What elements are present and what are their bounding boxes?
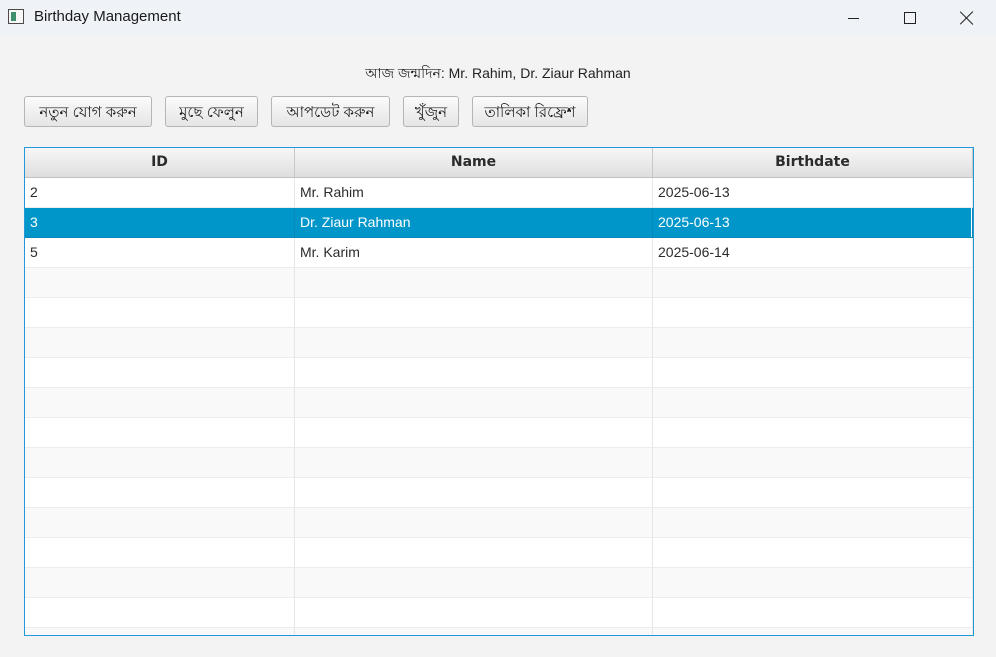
maximize-button[interactable] [881, 0, 939, 36]
close-button[interactable] [938, 0, 996, 36]
table-header: ID Name Birthdate [25, 148, 973, 178]
cell-name [295, 538, 653, 568]
cell-id: 3 [25, 208, 295, 238]
cell-birthdate [653, 448, 973, 478]
cell-name [295, 298, 653, 328]
cell-birthdate [653, 358, 973, 388]
window-title: Birthday Management [34, 8, 181, 25]
add-new-button[interactable]: নতুন যোগ করুন [24, 96, 152, 127]
cell-name [295, 328, 653, 358]
empty-table-row [25, 298, 973, 328]
close-icon [960, 11, 974, 25]
cell-name [295, 268, 653, 298]
cell-birthdate [653, 418, 973, 448]
cell-birthdate [653, 598, 973, 628]
minimize-icon [847, 17, 859, 19]
table-row[interactable]: 2 Mr. Rahim 2025-06-13 [25, 178, 973, 208]
empty-table-row [25, 328, 973, 358]
cell-id [25, 328, 295, 358]
cell-id [25, 628, 295, 635]
table-row[interactable]: 3 Dr. Ziaur Rahman 2025-06-13 [25, 208, 973, 238]
cell-birthdate [653, 538, 973, 568]
empty-table-row [25, 478, 973, 508]
column-header-name[interactable]: Name [295, 148, 653, 177]
cell-name [295, 418, 653, 448]
empty-table-row [25, 418, 973, 448]
cell-name: Mr. Karim [295, 238, 653, 268]
cell-birthdate [653, 508, 973, 538]
empty-table-row [25, 628, 973, 635]
column-header-id[interactable]: ID [25, 148, 295, 177]
cell-birthdate: 2025-06-13 [653, 178, 973, 208]
empty-table-row [25, 598, 973, 628]
cell-id [25, 268, 295, 298]
column-header-birthdate[interactable]: Birthdate [653, 148, 973, 177]
cell-birthdate [653, 298, 973, 328]
table-row[interactable]: 5 Mr. Karim 2025-06-14 [25, 238, 973, 268]
cell-birthdate: 2025-06-13 [653, 208, 973, 238]
cell-name [295, 358, 653, 388]
cell-name: Mr. Rahim [295, 178, 653, 208]
empty-table-row [25, 358, 973, 388]
cell-id: 2 [25, 178, 295, 208]
empty-table-row [25, 508, 973, 538]
delete-button[interactable]: মুছে ফেলুন [165, 96, 258, 127]
empty-table-row [25, 568, 973, 598]
birthday-table[interactable]: ID Name Birthdate 2 Mr. Rahim 2025-06-13 3 D… [24, 147, 974, 636]
cell-name [295, 478, 653, 508]
cell-name [295, 598, 653, 628]
cell-id [25, 598, 295, 628]
cell-name [295, 568, 653, 598]
cell-birthdate [653, 478, 973, 508]
title-bar: Birthday Management [0, 0, 996, 36]
maximize-icon [904, 12, 916, 24]
cell-birthdate [653, 628, 973, 635]
cell-name [295, 508, 653, 538]
empty-table-row [25, 538, 973, 568]
refresh-list-button[interactable]: তালিকা রিফ্রেশ [472, 96, 588, 127]
cell-birthdate [653, 328, 973, 358]
empty-table-row [25, 388, 973, 418]
empty-table-row [25, 448, 973, 478]
minimize-button[interactable] [824, 0, 882, 36]
cell-id [25, 388, 295, 418]
cell-id [25, 448, 295, 478]
cell-birthdate: 2025-06-14 [653, 238, 973, 268]
cell-id: 5 [25, 238, 295, 268]
cell-id [25, 298, 295, 328]
cell-id [25, 508, 295, 538]
cell-birthdate [653, 388, 973, 418]
cell-id [25, 478, 295, 508]
cell-name: Dr. Ziaur Rahman [295, 208, 653, 238]
empty-table-row [25, 268, 973, 298]
search-button[interactable]: খুঁজুন [403, 96, 459, 127]
app-window-icon [8, 9, 24, 24]
update-button[interactable]: আপডেট করুন [271, 96, 390, 127]
cell-name [295, 448, 653, 478]
cell-name [295, 388, 653, 418]
cell-id [25, 568, 295, 598]
today-birthdays-label: আজ জন্মদিন: Mr. Rahim, Dr. Ziaur Rahman [365, 65, 631, 81]
cell-birthdate [653, 268, 973, 298]
cell-id [25, 538, 295, 568]
cell-id [25, 358, 295, 388]
cell-name [295, 628, 653, 635]
cell-id [25, 418, 295, 448]
cell-birthdate [653, 568, 973, 598]
